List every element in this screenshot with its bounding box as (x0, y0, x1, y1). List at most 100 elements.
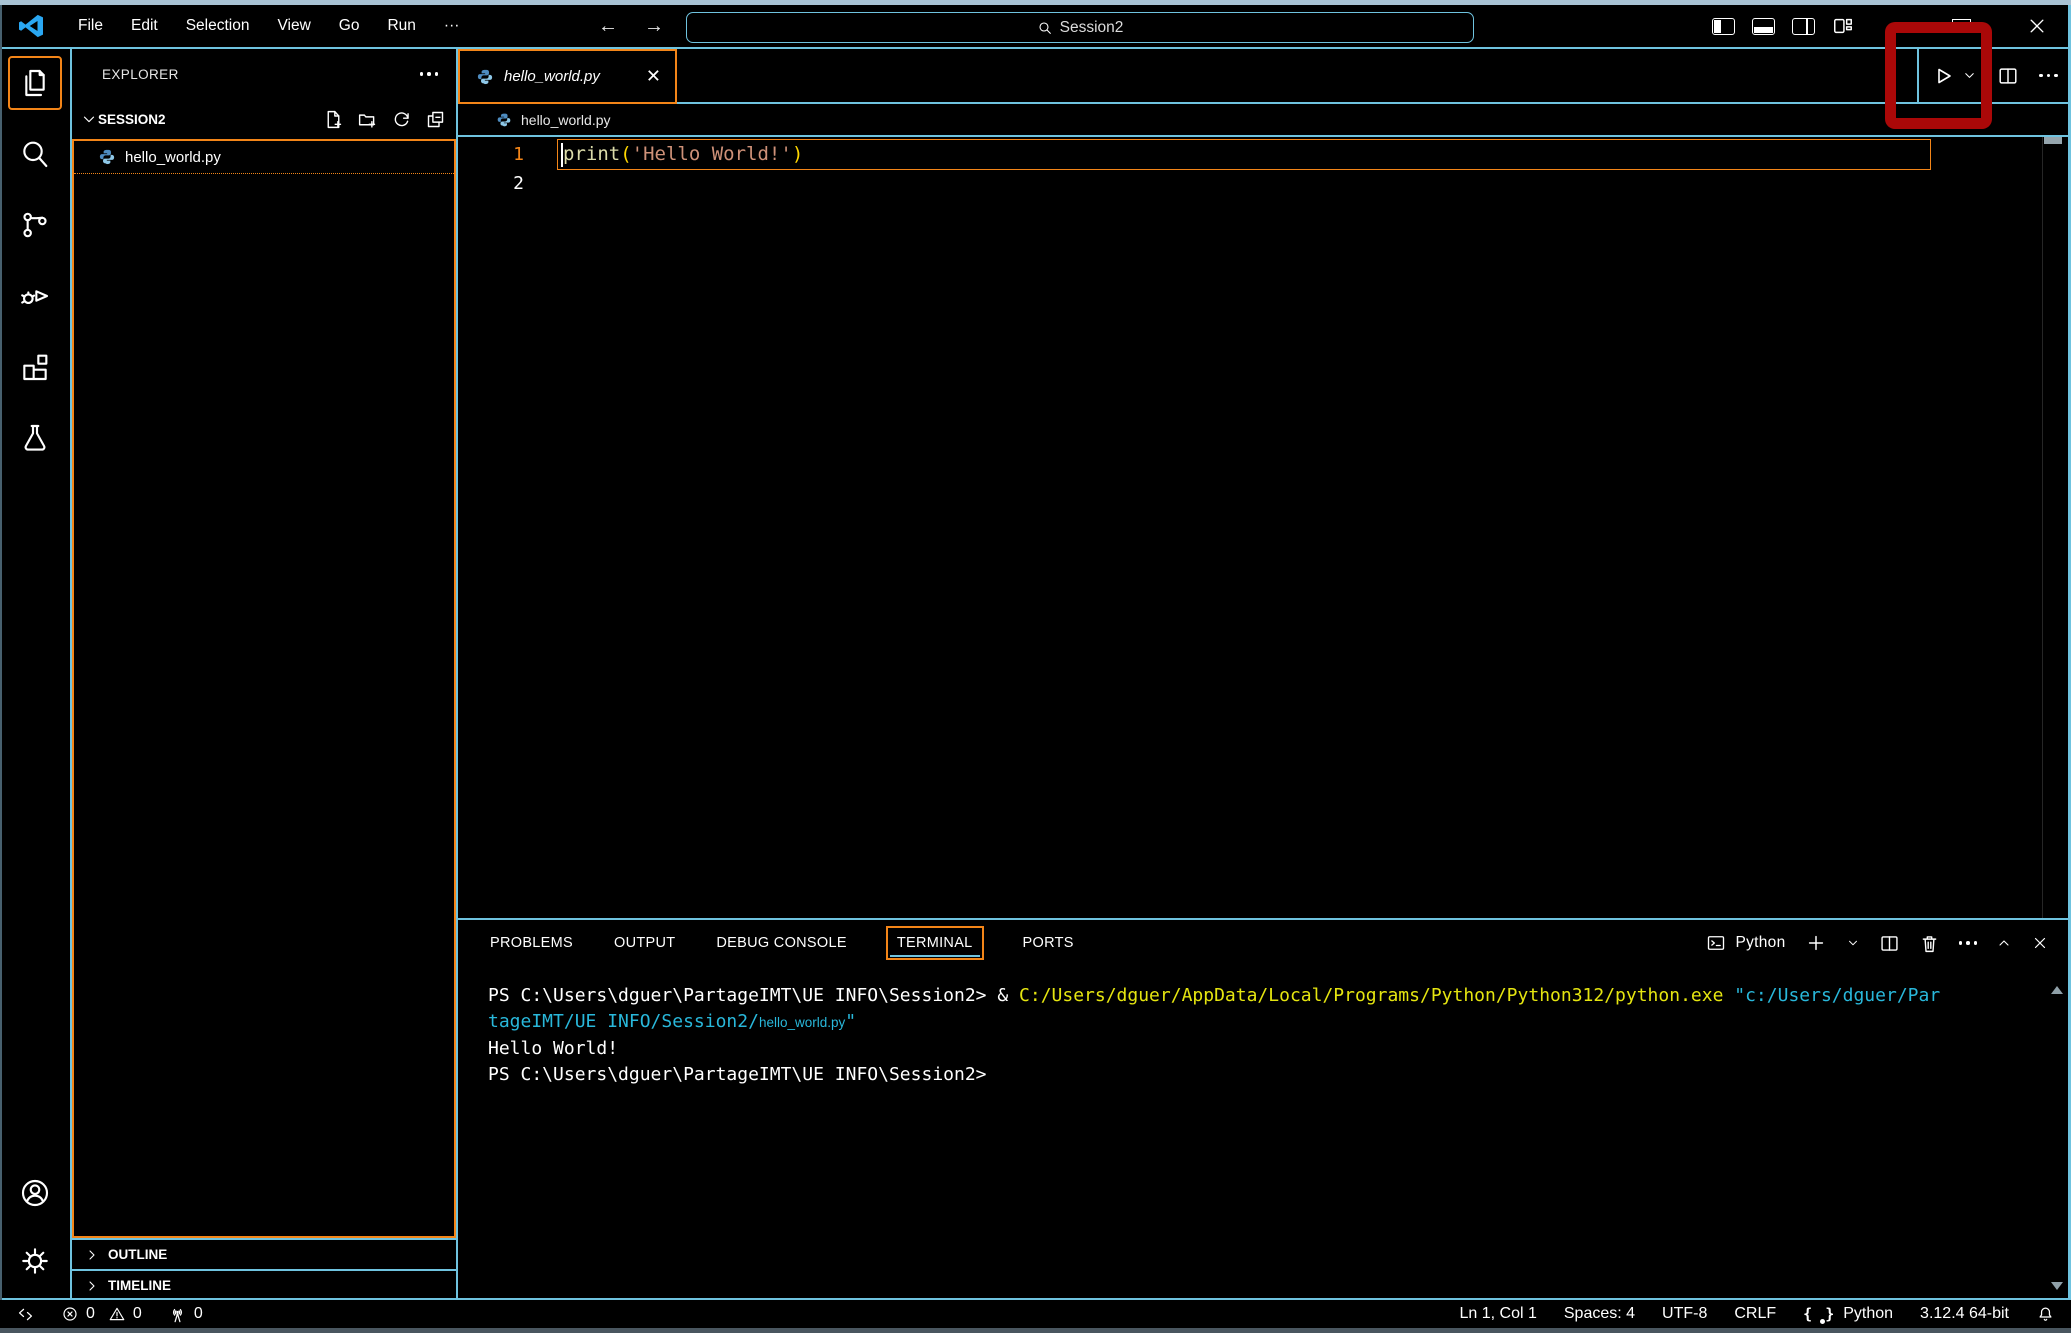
editor-scrollbar[interactable] (2042, 137, 2062, 918)
code-editor[interactable]: 1 2 print('Hello World!') (458, 137, 2071, 918)
menu-view[interactable]: View (263, 11, 324, 41)
split-editor-icon[interactable] (1997, 65, 2019, 87)
language-status-icon: { } (1803, 1305, 1836, 1323)
outline-section[interactable]: OUTLINE (72, 1238, 456, 1269)
toggle-secondary-sidebar-icon[interactable] (1792, 18, 1815, 35)
terminal-line: tageIMT/UE INFO/Session2/hello_world.py" (488, 1009, 2031, 1036)
window-left-border (0, 5, 2, 1300)
go-back-icon[interactable]: ← (598, 15, 618, 38)
eol-sequence[interactable]: CRLF (1734, 1305, 1776, 1323)
tab-hello-world[interactable]: hello_world.py ✕ (458, 49, 677, 104)
statusbar-left: 0 0 0 (16, 1305, 203, 1324)
activitybar-settings[interactable] (8, 1234, 62, 1288)
explorer-section-header[interactable]: SESSION2 (72, 99, 456, 139)
breadcrumb[interactable]: hello_world.py (458, 104, 2071, 137)
activitybar-extensions[interactable] (8, 340, 62, 394)
scrollbar-thumb[interactable] (2044, 137, 2062, 144)
terminal-output-line: Hello World! (488, 1036, 2031, 1062)
language-label: Python (1843, 1305, 1893, 1323)
menu-edit[interactable]: Edit (117, 11, 172, 41)
activitybar-search[interactable] (8, 127, 62, 181)
customize-layout-icon[interactable] (1832, 15, 1854, 37)
go-forward-icon[interactable]: → (644, 15, 664, 38)
chevron-right-icon (84, 1247, 100, 1263)
debug-icon (19, 280, 51, 312)
titlebar: File Edit Selection View Go Run ··· ← → … (0, 5, 2071, 49)
panel-tab-ports[interactable]: PORTS (1021, 928, 1076, 958)
menu-more[interactable]: ··· (430, 11, 474, 41)
collapse-all-icon[interactable] (425, 109, 446, 130)
encoding[interactable]: UTF-8 (1662, 1305, 1707, 1323)
activitybar-testing[interactable] (8, 411, 62, 465)
terminal-argument-file-link[interactable]: hello_world.py (759, 1015, 845, 1030)
radio-tower-icon (168, 1305, 187, 1324)
terminal-prompt: PS C:\Users\dguer\PartageIMT\UE INFO\Ses… (488, 1064, 987, 1085)
panel-scroll-down-icon[interactable] (2051, 1282, 2063, 1290)
notifications-bell-icon[interactable] (2036, 1305, 2055, 1324)
toggle-sidebar-icon[interactable] (1712, 18, 1735, 35)
section-actions (323, 109, 446, 130)
panel-tab-bar: PROBLEMS OUTPUT DEBUG CONSOLE TERMINAL P… (458, 920, 2071, 966)
activitybar-explorer[interactable] (8, 56, 62, 110)
close-window-button[interactable] (2022, 11, 2052, 41)
cursor-position[interactable]: Ln 1, Col 1 (1459, 1305, 1536, 1323)
panel-more-icon[interactable] (1959, 941, 1978, 945)
new-terminal-icon[interactable] (1805, 932, 1827, 954)
menu-file[interactable]: File (64, 11, 117, 41)
python-file-icon (98, 148, 116, 166)
new-file-icon[interactable] (323, 109, 344, 130)
toggle-panel-icon[interactable] (1752, 18, 1775, 35)
tree-item-hello-world[interactable]: hello_world.py (74, 141, 454, 174)
indentation[interactable]: Spaces: 4 (1564, 1305, 1635, 1323)
status-bar: 0 0 0 Ln 1, Col 1 Spaces: 4 UTF-8 CRLF (0, 1298, 2071, 1328)
python-interpreter[interactable]: 3.12.4 64-bit (1920, 1305, 2009, 1323)
code-line-1: print('Hello World!') (563, 140, 803, 169)
activitybar-source-control[interactable] (8, 198, 62, 252)
terminal-actions: Python (1706, 920, 2049, 966)
panel-tab-terminal[interactable]: TERMINAL (886, 926, 984, 960)
terminal-dropdown-chevron-icon[interactable] (1846, 936, 1860, 950)
bottom-panel: PROBLEMS OUTPUT DEBUG CONSOLE TERMINAL P… (458, 918, 2071, 1300)
maximize-panel-chevron-icon[interactable] (1996, 935, 2012, 951)
panel-scroll-up-icon[interactable] (2051, 986, 2063, 994)
line-number-2: 2 (458, 169, 524, 198)
warnings-icon (108, 1305, 126, 1323)
close-panel-icon[interactable] (2031, 934, 2049, 952)
active-shell[interactable]: Python (1706, 933, 1785, 953)
command-center-search[interactable]: Session2 (686, 12, 1474, 43)
terminal-icon (1706, 933, 1726, 953)
code-token-close-paren: ) (792, 143, 803, 165)
timeline-section[interactable]: TIMELINE (72, 1269, 456, 1300)
files-icon (19, 67, 51, 99)
menu-run[interactable]: Run (373, 11, 429, 41)
activitybar-accounts[interactable] (8, 1166, 62, 1220)
explorer-more-icon[interactable] (420, 72, 439, 76)
error-count: 0 (86, 1305, 95, 1323)
terminal-content[interactable]: PS C:\Users\dguer\PartageIMT\UE INFO\Ses… (458, 966, 2071, 1088)
editor-more-icon[interactable] (2039, 74, 2058, 78)
activitybar-run-debug[interactable] (8, 269, 62, 323)
new-folder-icon[interactable] (357, 109, 378, 130)
tab-close-icon[interactable]: ✕ (644, 66, 663, 87)
search-icon (19, 138, 51, 170)
activitybar-bottom (8, 1152, 62, 1300)
code-token-print: print (563, 143, 620, 165)
language-mode[interactable]: { } Python (1803, 1305, 1893, 1323)
file-tree: hello_world.py (72, 139, 456, 1238)
menu-go[interactable]: Go (325, 11, 374, 41)
tab-bar: hello_world.py ✕ (458, 49, 2071, 104)
panel-tab-debug-console[interactable]: DEBUG CONSOLE (714, 928, 848, 958)
ports-indicator[interactable]: 0 (168, 1305, 203, 1324)
panel-tab-output[interactable]: OUTPUT (612, 928, 677, 958)
remote-indicator-icon[interactable] (16, 1305, 35, 1324)
chevron-down-icon (80, 110, 98, 128)
problems-indicator[interactable]: 0 0 (61, 1305, 142, 1323)
panel-tab-problems[interactable]: PROBLEMS (488, 928, 575, 958)
kill-terminal-trash-icon[interactable] (1919, 933, 1940, 954)
timeline-label: TIMELINE (108, 1278, 171, 1293)
split-terminal-icon[interactable] (1879, 933, 1900, 954)
refresh-icon[interactable] (391, 109, 412, 130)
errors-icon (61, 1305, 79, 1323)
python-file-icon (476, 68, 494, 86)
menu-selection[interactable]: Selection (172, 11, 264, 41)
